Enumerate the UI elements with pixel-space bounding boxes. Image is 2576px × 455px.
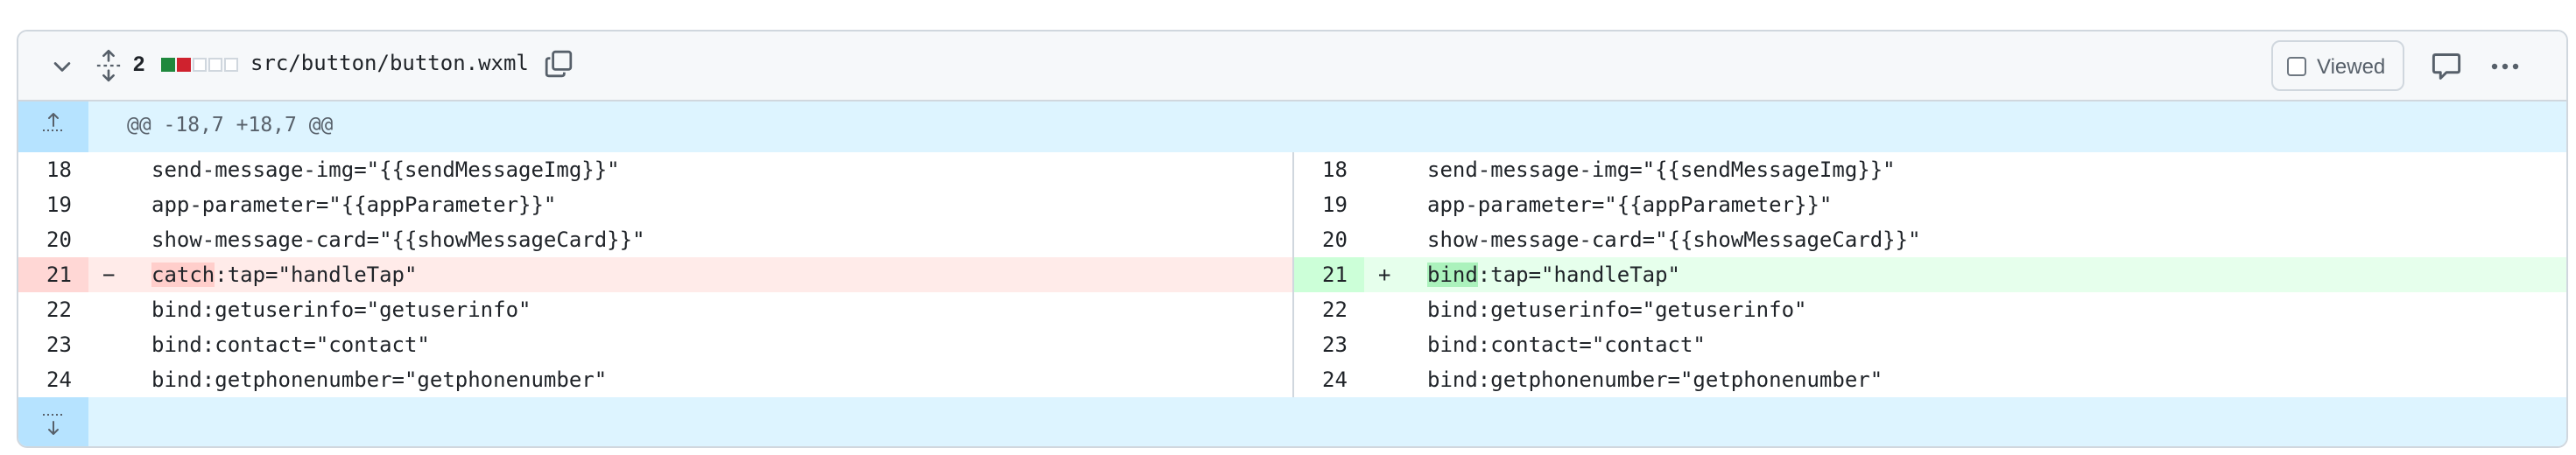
diffstat-block-neutral [193,58,207,72]
left-diff-line: 23 bind:contact="contact" [18,327,1292,362]
line-number[interactable]: 18 [1294,152,1364,187]
line-number[interactable]: 23 [18,327,88,362]
left-diff-line: 21− catch:tap="handleTap" [18,257,1292,292]
right-diff-line: 24 bind:getphonenumber="getphonenumber" [1294,362,2566,397]
diffstat-block-deleted [177,58,191,72]
expand-down-icon[interactable] [18,397,88,448]
code-text: app-parameter="{{appParameter}}" [151,192,557,217]
line-number[interactable]: 20 [1294,222,1364,257]
right-diff-line: 22 bind:getuserinfo="getuserinfo" [1294,292,2566,327]
diff-sign [1378,292,1399,327]
hunk-range: @@ -18,7 +18,7 @@ [127,114,334,136]
diff-sign [102,187,123,222]
diff-sign [102,222,123,257]
diff-sign [102,362,123,397]
right-diff-line: 21 + bind:tap="handleTap" [1294,257,2566,292]
code-text: show-message-card="{{showMessageCard}}" [151,228,645,252]
code-text: bind:contact="contact" [151,332,430,357]
code-text: send-message-img="{{sendMessageImg}}" [1427,158,1896,182]
diffstat-block-added [161,58,175,72]
diff-sign [1378,222,1399,257]
line-number[interactable]: 24 [1294,362,1364,397]
code-text: bind:getuserinfo="getuserinfo" [151,298,531,322]
code-text: send-message-img="{{sendMessageImg}}" [151,158,620,182]
right-diff-line: 18 send-message-img="{{sendMessageImg}}" [1294,152,2566,187]
expand-up-gutter[interactable] [18,102,88,152]
diff-sign [102,292,123,327]
code-text: catch:tap="handleTap" [151,257,417,292]
diff-sign [1378,152,1399,187]
line-number[interactable]: 22 [18,292,88,327]
diff-left-side: 18 send-message-img="{{sendMessageImg}}" 1… [18,152,1294,397]
line-number[interactable]: 20 [18,222,88,257]
line-number[interactable]: 21 [1294,257,1364,292]
right-diff-line: 23 bind:contact="contact" [1294,327,2566,362]
line-number[interactable]: 22 [1294,292,1364,327]
diffstat-block-neutral [208,58,222,72]
line-number[interactable]: 24 [18,362,88,397]
diff-sign [1378,187,1399,222]
code-text: bind:contact="contact" [1427,332,1706,357]
viewed-label: Viewed [2317,55,2386,79]
expand-down-gutter[interactable] [18,397,88,448]
left-diff-line: 22 bind:getuserinfo="getuserinfo" [18,292,1292,327]
right-diff-line: 19 app-parameter="{{appParameter}}" [1294,187,2566,222]
line-number[interactable]: 19 [18,187,88,222]
expand-up-icon[interactable] [18,102,88,152]
code-text: bind:tap="handleTap" [1427,257,1680,292]
kebab-menu-icon[interactable] [2488,51,2523,82]
diff-sign: + [1378,262,1391,287]
copy-icon[interactable] [544,49,574,79]
line-number[interactable]: 21 [18,257,88,292]
right-diff-line: 20 show-message-card="{{showMessageCard}}… [1294,222,2566,257]
hunk-footer [18,397,2566,448]
changes-count: 2 [133,52,145,76]
code-rest: :tap="handleTap" [1477,262,1680,287]
line-number[interactable]: 19 [1294,187,1364,222]
code-text: show-message-card="{{showMessageCard}}" [1427,228,1921,252]
viewed-checkbox[interactable] [2287,57,2306,76]
diffstat-block-neutral [224,58,238,72]
diff-sign [1378,362,1399,397]
code-text: bind:getphonenumber="getphonenumber" [1427,368,1883,392]
diff-sign: − [102,262,116,287]
diff-sign [102,152,123,187]
diff-sign [102,327,123,362]
diff-sign [1378,327,1399,362]
file-name[interactable]: src/button/button.wxml [250,51,529,75]
changed-word-highlight: bind [1427,262,1478,287]
line-number[interactable]: 23 [1294,327,1364,362]
left-diff-line: 20 show-message-card="{{showMessageCard}}… [18,222,1292,257]
line-number[interactable]: 18 [18,152,88,187]
code-text: bind:getphonenumber="getphonenumber" [151,368,608,392]
left-diff-line: 18 send-message-img="{{sendMessageImg}}" [18,152,1292,187]
diffstat [161,58,238,72]
hunk-header: @@ -18,7 +18,7 @@ [18,102,2566,152]
expand-all-icon[interactable] [95,49,122,82]
diff-rows: 18 send-message-img="{{sendMessageImg}}" 1… [18,152,2566,397]
code-text: bind:getuserinfo="getuserinfo" [1427,298,1807,322]
file-header: 2 src/button/button.wxml Viewed [18,32,2566,102]
left-diff-line: 19 app-parameter="{{appParameter}}" [18,187,1292,222]
viewed-toggle[interactable]: Viewed [2271,40,2404,91]
diff-right-side: 18 send-message-img="{{sendMessageImg}}" 1… [1294,152,2566,397]
chevron-down-icon[interactable] [50,54,74,79]
comment-icon[interactable] [2431,51,2462,82]
diff-file: 2 src/button/button.wxml Viewed @@ -18,7… [17,30,2568,448]
code-rest: :tap="handleTap" [215,262,418,287]
code-text: app-parameter="{{appParameter}}" [1427,192,1833,217]
changed-word-highlight: catch [151,262,215,287]
left-diff-line: 24 bind:getphonenumber="getphonenumber" [18,362,1292,397]
